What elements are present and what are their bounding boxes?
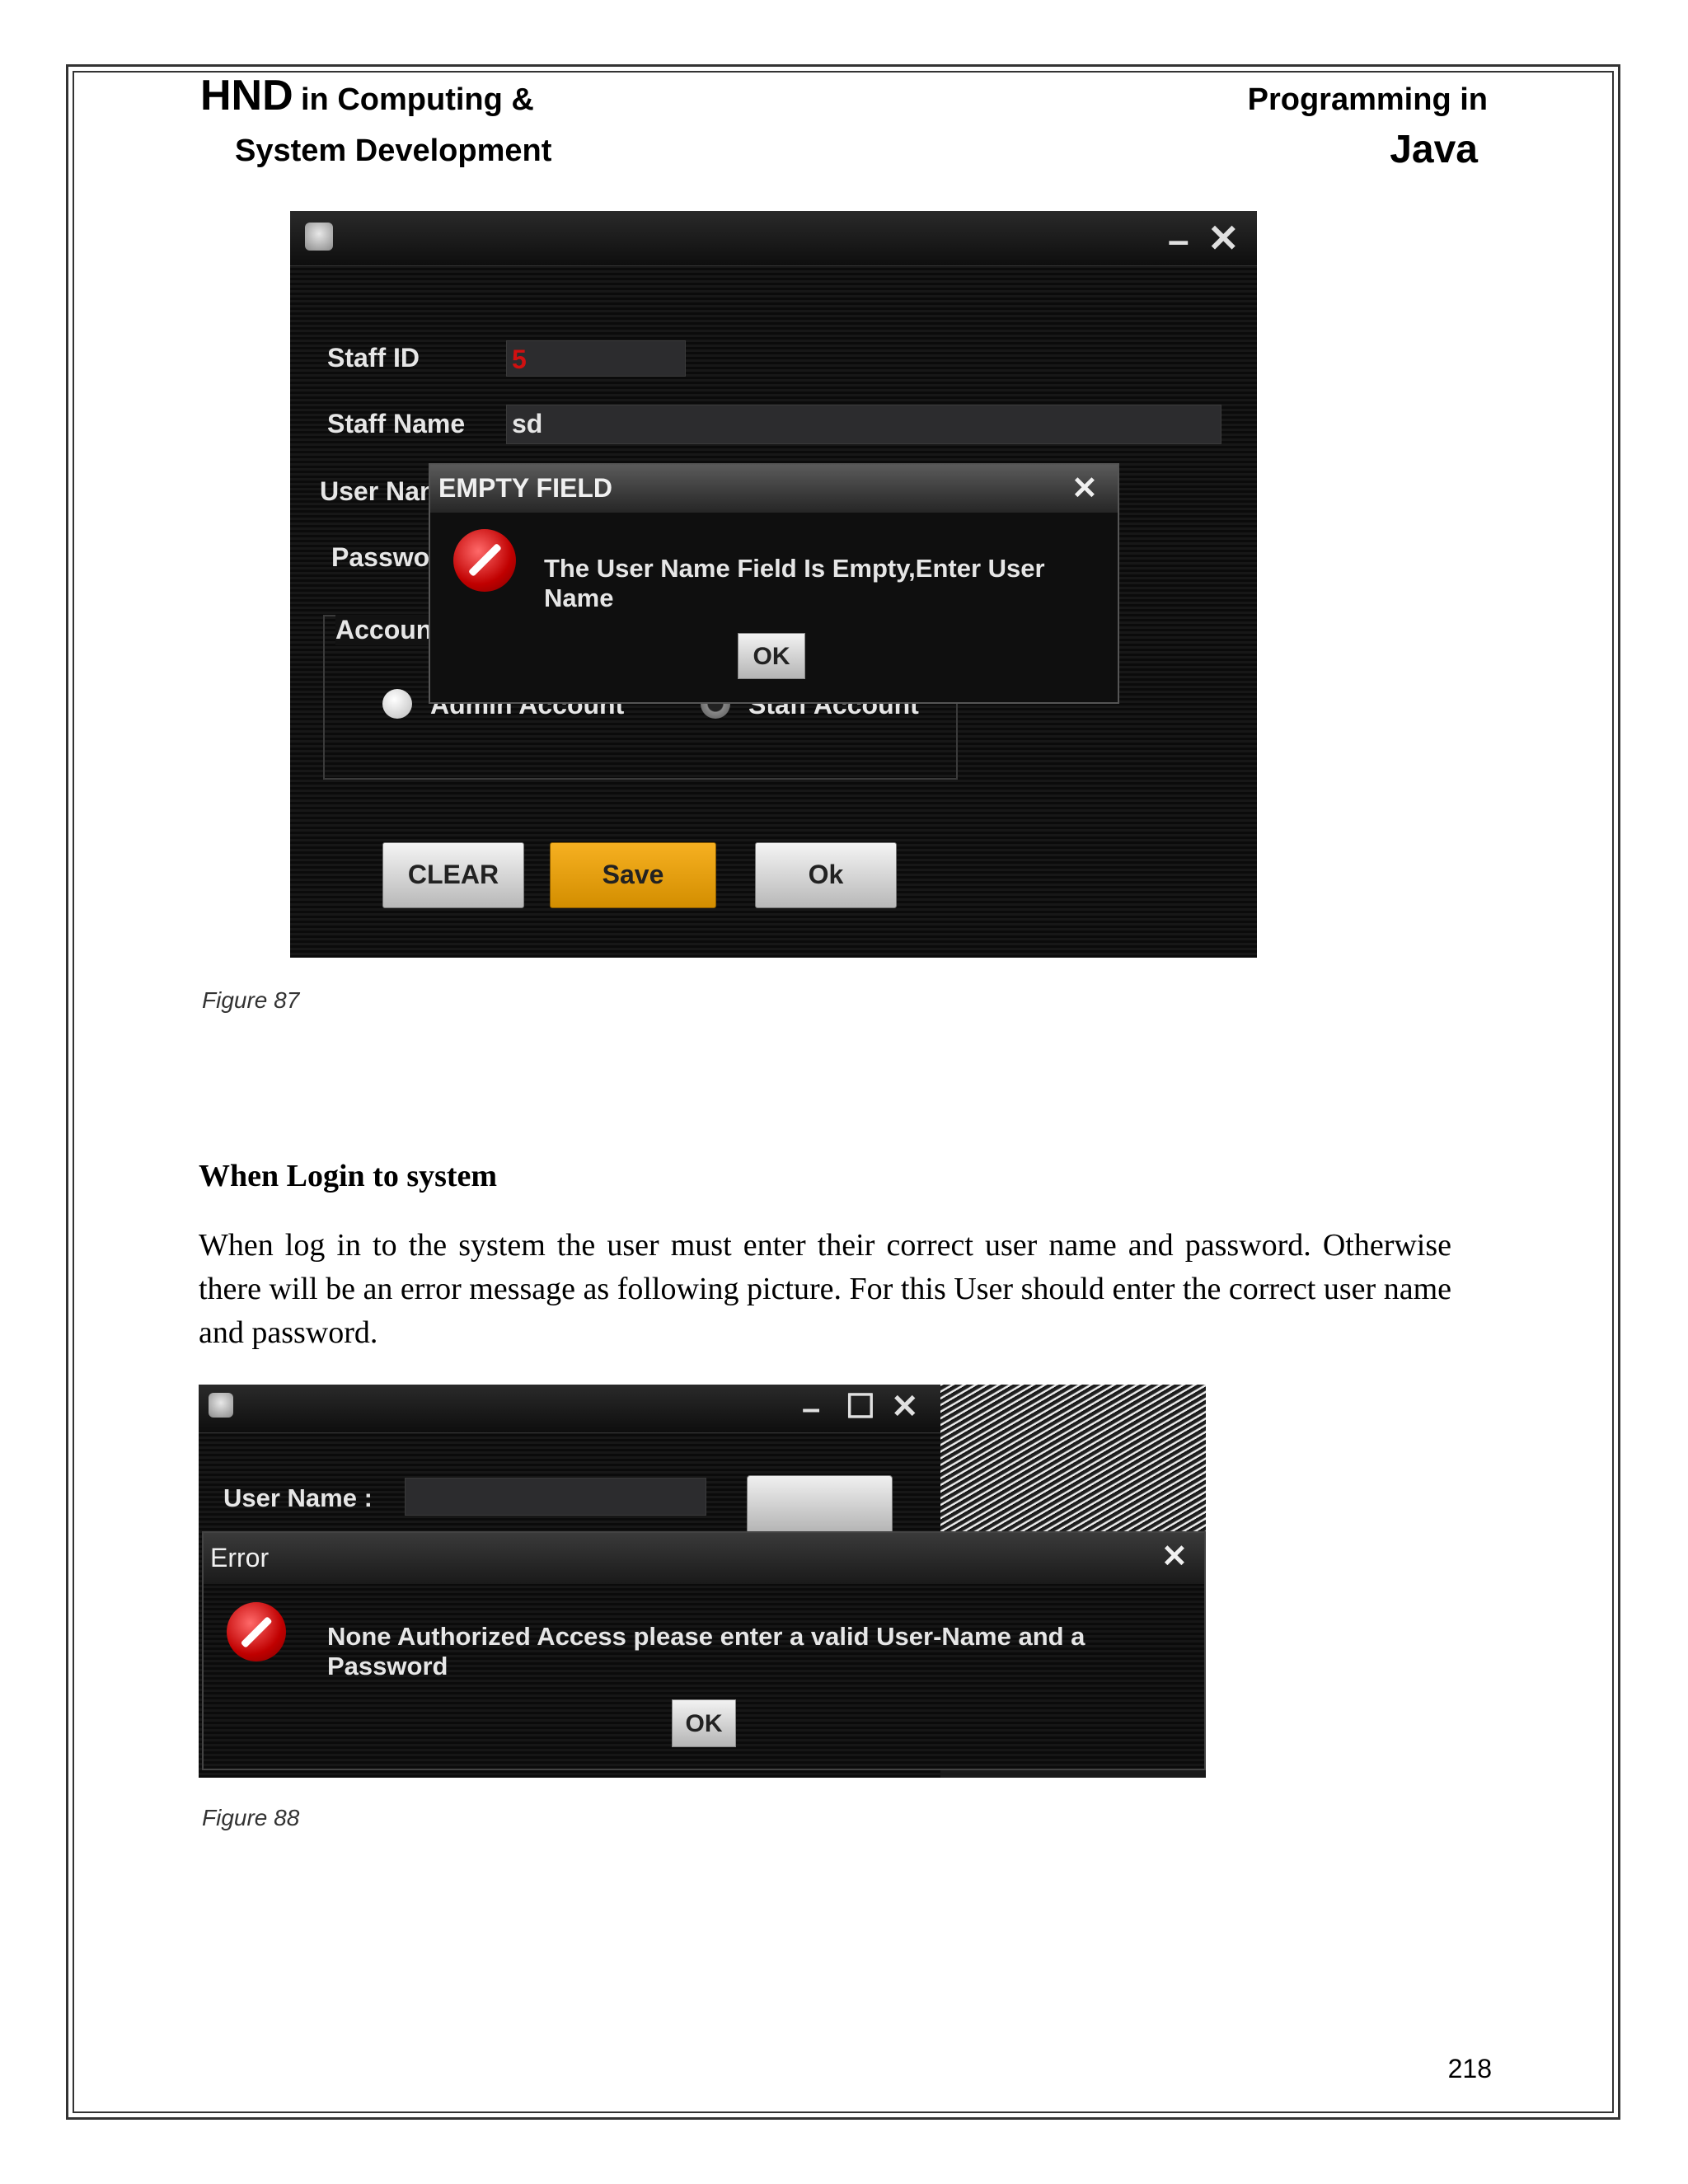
section-heading: When Login to system xyxy=(199,1159,498,1193)
figure-88-screenshot: – ☐ ✕ User Name : Error ✕ None Authorize… xyxy=(199,1385,1206,1778)
minimize-icon[interactable]: – xyxy=(1168,221,1189,259)
user-name-label: User Nan xyxy=(320,476,436,506)
password-label: Passwo xyxy=(331,542,430,572)
dialog-title: EMPTY FIELD xyxy=(438,473,612,503)
dialog-message: None Authorized Access please enter a va… xyxy=(327,1622,1085,1680)
staff-name-label: Staff Name xyxy=(327,409,466,438)
dialog-message: The User Name Field Is Empty,Enter User … xyxy=(544,554,1045,612)
java-app-icon xyxy=(209,1393,233,1418)
account-label: Accoun xyxy=(335,615,438,645)
section-paragraph: When log in to the system the user must … xyxy=(199,1228,1451,1350)
ok-button[interactable]: Ok xyxy=(755,842,897,908)
clear-button[interactable]: CLEAR xyxy=(382,842,524,908)
maximize-icon[interactable]: ☐ xyxy=(846,1388,875,1426)
dialog-titlebar: Error ✕ xyxy=(204,1533,1204,1584)
fur-background-image xyxy=(940,1385,1206,1533)
staff-name-field[interactable]: sd xyxy=(506,405,1221,444)
close-icon[interactable]: ✕ xyxy=(1207,219,1240,257)
user-name-field[interactable] xyxy=(405,1478,706,1516)
close-icon[interactable]: ✕ xyxy=(1161,1538,1188,1575)
minimize-icon[interactable]: – xyxy=(802,1390,820,1427)
staff-id-label: Staff ID xyxy=(327,343,420,373)
header-line2: System Development xyxy=(235,134,552,168)
page-number: 218 xyxy=(1447,2054,1492,2083)
figure-87-caption: Figure 87 xyxy=(202,987,300,1013)
admin-account-radio[interactable] xyxy=(382,689,412,719)
save-button[interactable]: Save xyxy=(550,842,716,908)
figure-88-caption: Figure 88 xyxy=(202,1805,300,1830)
stop-icon xyxy=(453,529,516,592)
staff-id-field[interactable]: 5 xyxy=(506,340,686,377)
java-app-icon xyxy=(305,223,333,251)
dialog-titlebar: EMPTY FIELD ✕ xyxy=(430,465,1118,513)
dialog-ok-button[interactable]: OK xyxy=(672,1699,736,1747)
dialog-ok-button[interactable]: OK xyxy=(738,633,805,679)
header-right-line1: Programming in xyxy=(1247,82,1488,117)
user-name-label: User Name : xyxy=(223,1483,373,1512)
dialog-title: Error xyxy=(210,1543,270,1572)
header-right-line2: Java xyxy=(1390,128,1478,171)
figure-87-screenshot: – ✕ Staff ID 5 Staff Name sd User Nan Pa… xyxy=(290,211,1257,958)
stop-icon xyxy=(227,1602,286,1661)
window-titlebar: – ☐ ✕ xyxy=(199,1385,940,1433)
close-icon[interactable]: ✕ xyxy=(1071,470,1098,507)
window-titlebar: – ✕ xyxy=(290,211,1257,266)
close-icon[interactable]: ✕ xyxy=(891,1388,919,1426)
header-line1: in Computing & xyxy=(301,82,534,117)
empty-field-dialog: EMPTY FIELD ✕ The User Name Field Is Emp… xyxy=(429,463,1119,704)
header-hnd: HND xyxy=(200,72,293,120)
error-dialog: Error ✕ None Authorized Access please en… xyxy=(202,1531,1206,1770)
